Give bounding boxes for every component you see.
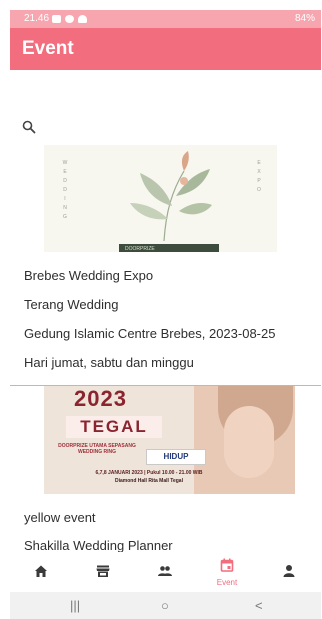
app-icon [65, 15, 74, 23]
search-icon[interactable] [22, 120, 36, 134]
event-name[interactable]: yellow event [24, 510, 96, 525]
banner-year: 2023 [74, 386, 127, 411]
nav-people[interactable] [134, 552, 196, 592]
home-icon [35, 565, 47, 577]
event-schedule: Hari jumat, sabtu dan minggu [24, 355, 194, 370]
event-name[interactable]: Brebes Wedding Expo [24, 268, 153, 283]
banner-right-text: EXPO [257, 160, 261, 193]
page-title: Event [22, 38, 74, 59]
status-bar: 21.46 84% [10, 10, 321, 28]
banner-date: 6,7,8 JANUARI 2023 | Pukul 10.00 - 21.00… [95, 470, 203, 476]
floral-illustration [130, 151, 212, 242]
event-organizer: Terang Wedding [24, 297, 119, 312]
bottom-nav: Event [10, 552, 321, 592]
event-organizer: Shakilla Wedding Planner [24, 538, 173, 553]
event-banner-1[interactable]: WEDDING EXPO DOORPRIZE [44, 145, 277, 252]
nav-profile[interactable] [258, 552, 320, 592]
calendar-icon [220, 558, 234, 572]
event-banner-2[interactable]: 2023 TEGAL DOORPRIZE UTAMA SEPASANG WEDD… [44, 386, 295, 494]
nav-store[interactable] [72, 552, 134, 592]
system-nav-bar: ||| ○ < [10, 592, 321, 619]
back-button[interactable]: < [255, 598, 263, 613]
status-time: 21.46 [24, 13, 50, 24]
banner-strip-text: DOORPRIZE [125, 246, 155, 252]
person-icon [283, 565, 295, 577]
sponsor-logo: HIDUP [146, 449, 206, 465]
banner-venue: Diamond Hall Rita Mall Tegal [115, 478, 183, 484]
nav-home[interactable] [10, 552, 72, 592]
store-icon [96, 565, 110, 577]
recents-button[interactable]: ||| [70, 598, 80, 613]
banner-strip: DOORPRIZE [119, 244, 219, 252]
banner-left-text: WEDDING [62, 160, 68, 220]
event-venue-date: Gedung Islamic Centre Brebes, 2023-08-25 [24, 326, 276, 341]
banner-doorprize: DOORPRIZE UTAMA SEPASANG WEDDING RING [58, 443, 136, 455]
message-icon [52, 15, 61, 23]
nav-event-label: Event [216, 578, 238, 587]
home-button[interactable]: ○ [161, 598, 169, 613]
nav-event[interactable]: Event [196, 552, 258, 592]
cloud-icon [78, 15, 87, 23]
battery-level: 84% [294, 13, 315, 24]
app-bar: Event [10, 28, 321, 70]
people-icon [158, 566, 172, 576]
banner-city: TEGAL [66, 416, 162, 438]
